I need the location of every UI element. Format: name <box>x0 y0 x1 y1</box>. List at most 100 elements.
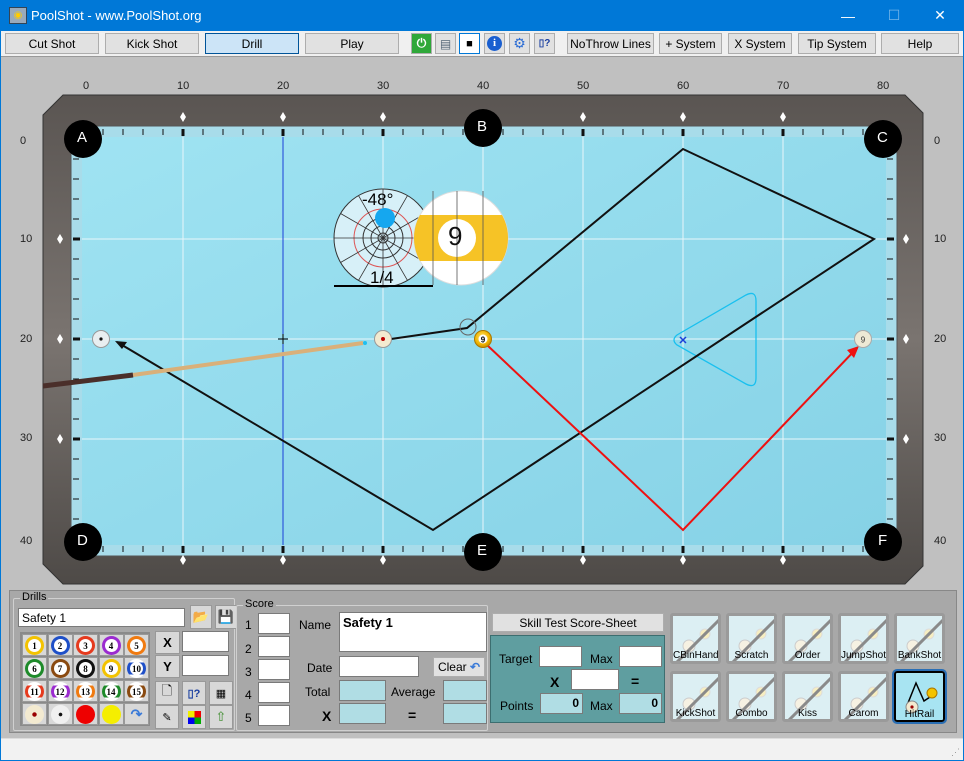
rail-tick <box>702 546 704 552</box>
play-button[interactable]: Play <box>305 33 399 54</box>
shot-type-bankshot-button[interactable]: BankShot <box>894 613 945 664</box>
ball-11-button[interactable]: 11 <box>22 680 47 702</box>
ball-4-button[interactable]: 4 <box>98 634 124 656</box>
multiplier-input[interactable] <box>571 669 619 690</box>
rail-tick <box>662 129 664 135</box>
ball-14-button[interactable]: 14 <box>98 680 124 702</box>
shot-type-order-button[interactable]: Order <box>782 613 833 664</box>
score-row-label: 2 <box>245 642 252 656</box>
help-doc-button[interactable]: ▯? <box>534 33 555 54</box>
equals-label: = <box>631 673 640 689</box>
ball-12-button[interactable]: 12 <box>47 680 73 702</box>
ball-2-button[interactable]: 2 <box>47 634 73 656</box>
shot-type-label: Order <box>794 650 821 661</box>
save-drill-button[interactable]: 💾 <box>215 605 237 629</box>
drill-list-button[interactable]: ▦ <box>209 681 233 705</box>
no-throw-lines-button[interactable]: NoThrow Lines <box>567 33 654 54</box>
rail-tick <box>73 158 79 160</box>
yellow-ball-button[interactable] <box>98 703 124 725</box>
score-row-label: 1 <box>245 618 252 632</box>
open-drill-button[interactable]: 📂 <box>190 605 212 629</box>
rail-tick <box>73 178 79 180</box>
export-button[interactable]: ⇧ <box>209 705 233 729</box>
ball-15-button[interactable]: 15 <box>124 680 149 702</box>
minimize-button[interactable]: — <box>825 0 871 31</box>
date-input[interactable] <box>339 656 419 677</box>
rail-tick <box>862 129 864 135</box>
score-input-1[interactable] <box>258 613 290 634</box>
rail-tick <box>781 129 785 136</box>
ball-7-button[interactable]: 7 <box>47 657 73 679</box>
y-coord-input[interactable] <box>182 655 229 676</box>
ball-10-button[interactable]: 10 <box>124 657 149 679</box>
ball-number: 8 <box>79 662 92 675</box>
drill-help-button[interactable]: ▯? <box>182 681 206 705</box>
x-system-button[interactable]: X System <box>728 33 792 54</box>
ball-6-button[interactable]: 6 <box>22 657 47 679</box>
cut-shot-button[interactable]: Cut Shot <box>5 33 99 54</box>
print-button[interactable]: ▤ <box>435 33 456 54</box>
help-document-icon: ▯? <box>538 38 551 49</box>
ball-5-button[interactable]: 5 <box>124 634 149 656</box>
clear-button[interactable]: Clear ↶ <box>433 657 485 677</box>
max-input[interactable] <box>619 646 662 667</box>
help-button[interactable]: Help <box>881 33 959 54</box>
close-button[interactable]: ✕ <box>917 0 963 31</box>
power-button[interactable]: ⏻ <box>411 33 432 54</box>
score-input-3[interactable] <box>258 659 290 680</box>
red-ball-button[interactable] <box>73 703 98 725</box>
ball-8-button[interactable]: 8 <box>73 657 98 679</box>
rail-tick <box>862 546 864 552</box>
shot-type-cbinhand-button[interactable]: CBinHand <box>670 613 721 664</box>
edit-notes-button[interactable]: ✎ <box>155 705 179 729</box>
ball-9-button[interactable]: 9 <box>98 657 124 679</box>
drill-button[interactable]: Drill <box>205 33 299 54</box>
rail-tick <box>581 129 585 136</box>
shot-type-kickshot-button[interactable]: KickShot <box>670 671 721 722</box>
new-drill-button[interactable]: 🗋 <box>155 681 179 705</box>
ball-3-button[interactable]: 3 <box>73 634 98 656</box>
score-input-5[interactable] <box>258 705 290 726</box>
rail-tick <box>142 129 144 135</box>
tip-system-button[interactable]: Tip System <box>798 33 876 54</box>
plus-system-button[interactable]: + System <box>659 33 722 54</box>
color-palette-button[interactable] <box>182 705 206 729</box>
resize-grip-icon[interactable]: ⋰ <box>951 747 960 758</box>
drill-name-input[interactable] <box>18 608 185 627</box>
cue-ball-black-dot-button[interactable] <box>47 703 73 725</box>
camera-button[interactable]: ■ <box>459 33 480 54</box>
ball-number: 1 <box>28 639 41 652</box>
pool-table-canvas[interactable]: 0 10 20 30 40 50 60 70 80 0 10 20 30 40 … <box>1 58 963 588</box>
shot-type-hitrail-button[interactable]: HitRail <box>892 669 947 724</box>
rail-tick <box>887 437 894 441</box>
x-coord-button[interactable]: X <box>155 631 180 654</box>
shot-type-combo-button[interactable]: Combo <box>726 671 777 722</box>
cue-ball-red-dot-button[interactable] <box>22 703 47 725</box>
rail-tick <box>522 546 524 552</box>
rail-tick <box>73 398 79 400</box>
shot-type-scratch-button[interactable]: Scratch <box>726 613 777 664</box>
ball-1-button[interactable]: 1 <box>22 634 47 656</box>
ball-number: 7 <box>53 662 67 675</box>
shot-type-carom-button[interactable]: Carom <box>838 671 889 722</box>
ball-13-button[interactable]: 13 <box>73 680 98 702</box>
rotate-button[interactable]: ↷ <box>124 703 149 725</box>
kick-shot-button[interactable]: Kick Shot <box>105 33 199 54</box>
score-input-2[interactable] <box>258 636 290 657</box>
score-label: Score <box>243 598 276 610</box>
shot-type-jumpshot-button[interactable]: JumpShot <box>838 613 889 664</box>
ball-number: 3 <box>79 639 92 652</box>
maximize-button[interactable]: ☐ <box>871 0 917 31</box>
y-coord-button[interactable]: Y <box>155 655 180 678</box>
shot-type-kiss-button[interactable]: Kiss <box>782 671 833 722</box>
rail-tick <box>887 478 893 480</box>
score-input-4[interactable] <box>258 682 290 703</box>
score-name-field[interactable]: Safety 1 <box>339 612 487 652</box>
x-coord-input[interactable] <box>182 631 229 652</box>
info-button[interactable]: i <box>484 33 505 54</box>
target-input[interactable] <box>539 646 582 667</box>
skill-test-button[interactable]: Skill Test Score-Sheet <box>492 613 664 632</box>
settings-button[interactable]: ⚙ <box>509 33 530 54</box>
rail-tick <box>422 546 424 552</box>
ball-palette: 1 2 3 4 5 6 7 8 9 10 11 12 13 14 15 ↷ <box>20 632 150 726</box>
